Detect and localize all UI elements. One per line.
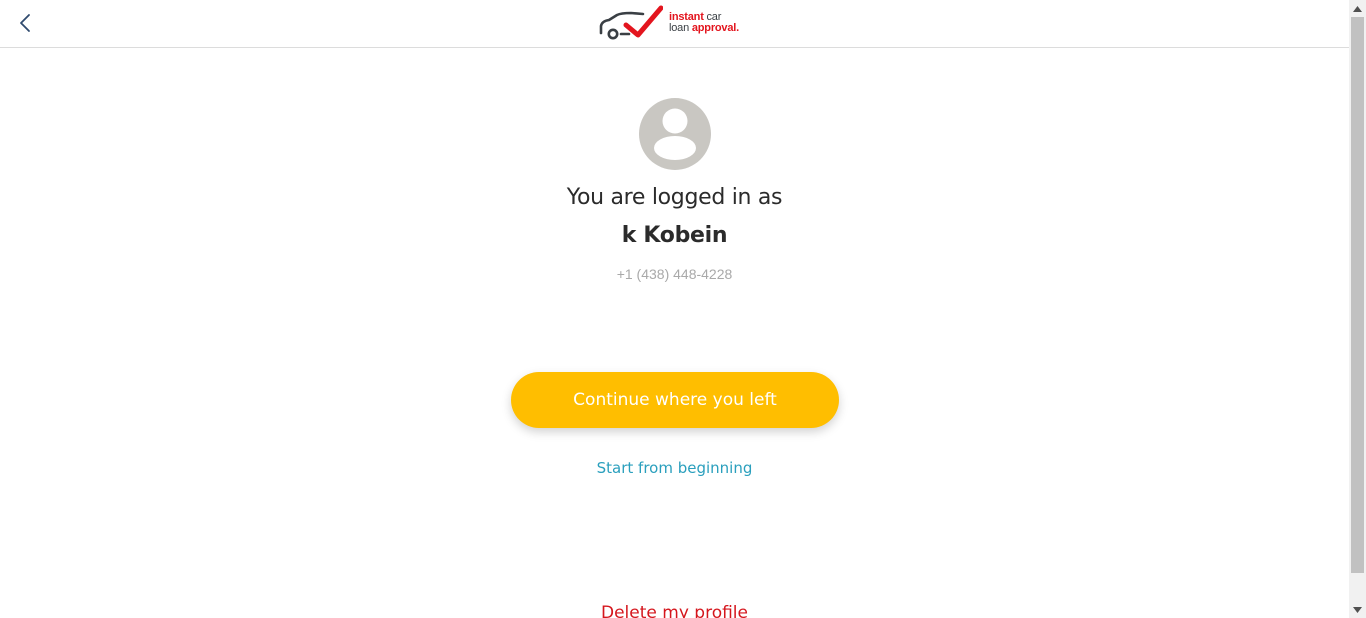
user-phone: +1 (438) 448-4228 [616, 266, 733, 282]
triangle-up-icon [1353, 5, 1362, 12]
vertical-scrollbar[interactable] [1349, 0, 1366, 618]
continue-button[interactable]: Continue where you left [511, 372, 839, 428]
scroll-up-button[interactable] [1349, 0, 1366, 17]
top-bar: instant car loan approval. [0, 0, 1349, 48]
logged-in-heading: You are logged in as [566, 185, 783, 210]
user-avatar-icon [654, 108, 696, 160]
back-button[interactable] [12, 10, 38, 36]
logo-word-approval: approval. [691, 22, 739, 34]
user-name: k Kobein [621, 223, 728, 248]
brand-logo[interactable]: instant car loan approval. [599, 5, 739, 41]
triangle-down-icon [1353, 606, 1362, 613]
avatar [639, 98, 711, 170]
logo-word-loan: loan [669, 22, 692, 34]
car-checkmark-icon [599, 5, 663, 40]
logo-wordmark: instant car loan approval. [669, 12, 739, 34]
scroll-down-button[interactable] [1349, 601, 1366, 618]
start-from-beginning-link[interactable]: Start from beginning [0, 459, 1349, 477]
chevron-left-icon [20, 14, 30, 32]
scrollbar-thumb[interactable] [1351, 17, 1364, 573]
delete-profile-link[interactable]: Delete my profile [0, 603, 1349, 618]
main-viewport: instant car loan approval. You are logge… [0, 0, 1349, 618]
page: instant car loan approval. You are logge… [0, 0, 1366, 618]
